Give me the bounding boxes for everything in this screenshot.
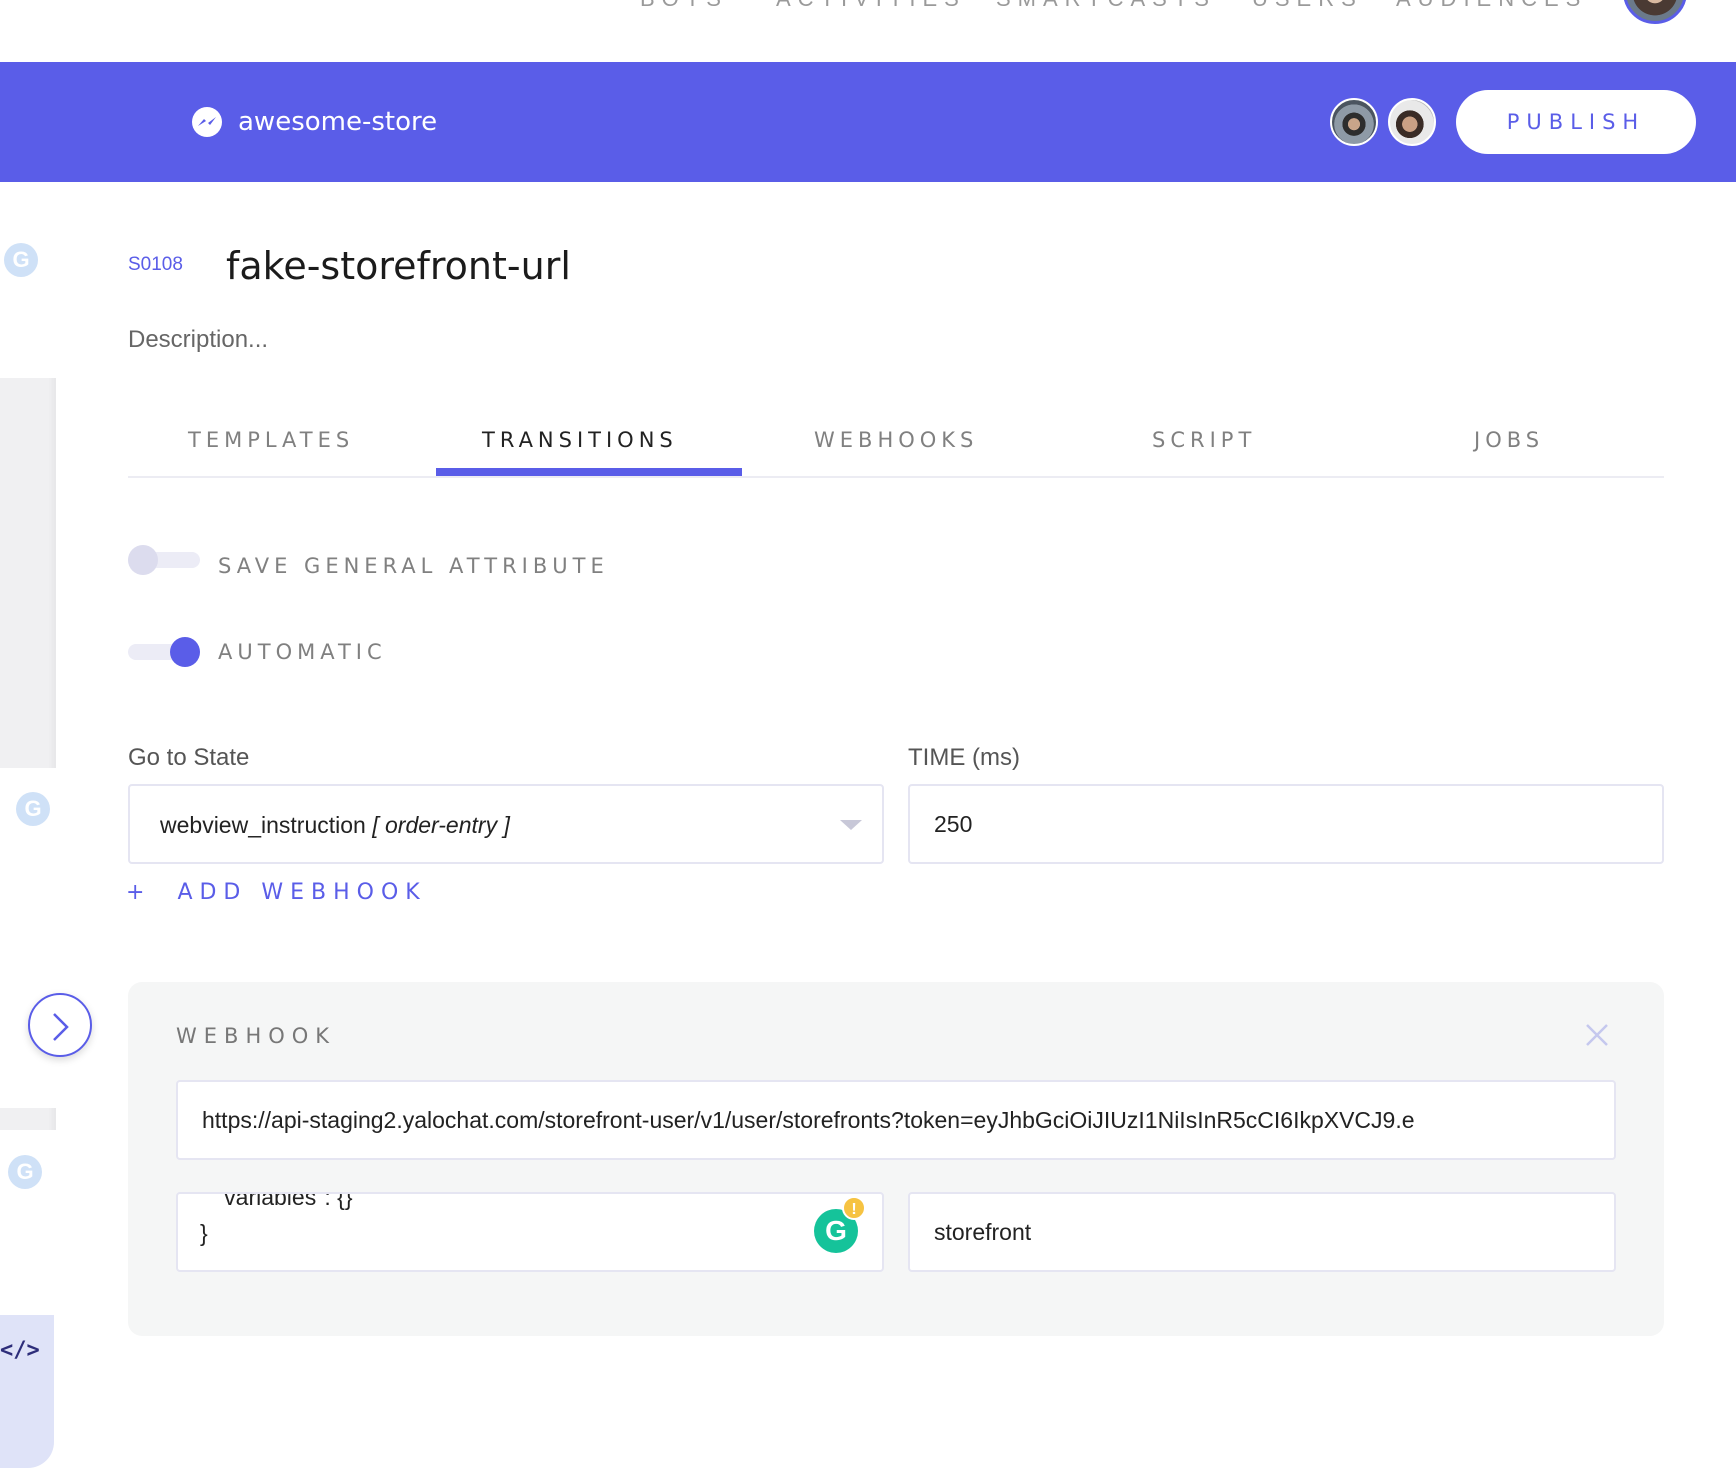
tab-jobs[interactable]: JOBS xyxy=(1474,428,1544,452)
time-input[interactable] xyxy=(908,784,1664,864)
webhook-name-input[interactable] xyxy=(908,1192,1616,1272)
tab-transitions[interactable]: TRANSITIONS xyxy=(482,428,678,452)
user-avatar[interactable] xyxy=(1623,0,1687,24)
nav-smartcasts[interactable]: SMARTCASTS xyxy=(996,0,1216,12)
time-label: TIME (ms) xyxy=(908,744,1020,771)
webhook-body-editor[interactable]: "variables": {} } xyxy=(176,1192,884,1272)
publish-button[interactable]: PUBLISH xyxy=(1456,90,1696,154)
selected-state: webview_instruction [ order-entry ] xyxy=(160,812,510,838)
automatic-toggle[interactable] xyxy=(128,636,202,668)
plus-icon: + xyxy=(126,880,152,905)
messenger-icon xyxy=(192,107,222,137)
rail-card[interactable] xyxy=(0,182,56,378)
body-line: } xyxy=(200,1220,208,1246)
chevron-right-icon xyxy=(53,1013,69,1041)
tab-script[interactable]: SCRIPT xyxy=(1152,428,1256,452)
save-general-attribute-label: SAVE GENERAL ATTRIBUTE xyxy=(218,554,609,578)
collaborator-avatar[interactable] xyxy=(1330,98,1378,146)
add-webhook-button[interactable]: + ADD WEBHOOK xyxy=(126,880,427,905)
add-webhook-label: ADD WEBHOOK xyxy=(177,880,427,905)
expand-sidebar-button[interactable] xyxy=(28,993,92,1057)
tab-templates[interactable]: TEMPLATES xyxy=(188,428,354,452)
nav-activities[interactable]: ACTIVITIES xyxy=(776,0,966,12)
app-name: awesome-store xyxy=(238,107,438,137)
nav-users[interactable]: USERS xyxy=(1252,0,1363,12)
grammarly-rail-icon: G xyxy=(8,1155,42,1189)
description-field[interactable]: Description... xyxy=(128,326,268,354)
nav-bots[interactable]: BOTS xyxy=(640,0,728,12)
grammarly-rail-icon: G xyxy=(16,792,50,826)
dropdown-arrow-icon xyxy=(840,820,862,830)
go-to-state-label: Go to State xyxy=(128,744,250,771)
code-icon: </> xyxy=(0,1338,40,1363)
warning-badge-icon: ! xyxy=(842,1196,866,1220)
webhook-url-input[interactable] xyxy=(176,1080,1616,1160)
tab-webhooks[interactable]: WEBHOOKS xyxy=(814,428,978,452)
webhook-title: WEBHOOK xyxy=(176,1024,337,1048)
go-to-state-select[interactable]: webview_instruction [ order-entry ] xyxy=(128,784,884,864)
state-name[interactable]: fake-storefront-url xyxy=(226,244,571,288)
collaborator-avatar[interactable] xyxy=(1388,98,1436,146)
automatic-label: AUTOMATIC xyxy=(218,640,387,664)
body-line: "variables": {} xyxy=(216,1192,353,1210)
top-nav: BOTS ACTIVITIES SMARTCASTS USERS AUDIENC… xyxy=(0,0,1736,62)
close-icon[interactable] xyxy=(1584,1022,1610,1048)
state-id: S0108 xyxy=(128,254,183,275)
grammarly-rail-icon: G xyxy=(4,243,38,277)
tab-bar: TEMPLATES TRANSITIONS WEBHOOKS SCRIPT JO… xyxy=(128,420,1664,478)
save-general-attribute-toggle[interactable] xyxy=(128,544,202,576)
nav-audiences[interactable]: AUDIENCES xyxy=(1396,0,1587,12)
active-tab-indicator xyxy=(436,468,742,476)
